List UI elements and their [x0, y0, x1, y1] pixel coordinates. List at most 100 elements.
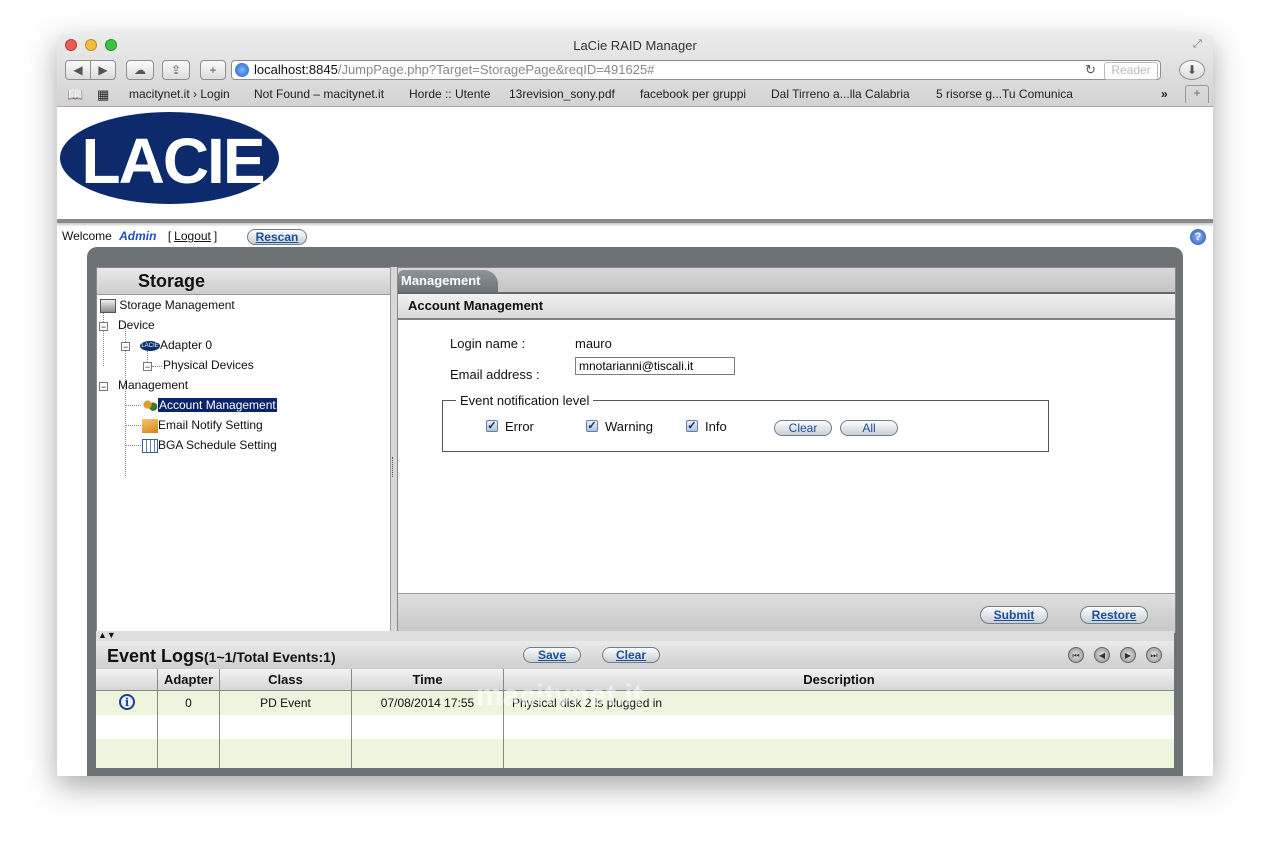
email-address-input[interactable] [575, 357, 735, 375]
event-log-table: Adapter Class Time Description i 0 PD Ev… [96, 669, 1174, 768]
error-label: Error [505, 419, 534, 434]
info-checkbox[interactable]: ✓ [686, 420, 698, 432]
event-logs-range: (1~1/Total Events:1) [204, 649, 336, 665]
tree-line [125, 425, 141, 426]
lacie-adapter-icon: LACIE [140, 340, 160, 351]
bookmark-item[interactable]: Horde :: Utente [409, 87, 490, 101]
section-header: Account Management [398, 294, 1175, 320]
share-button[interactable]: ⇪ [162, 60, 190, 80]
log-collapse-bar[interactable]: ▲▼ [96, 630, 1174, 641]
address-bar[interactable]: localhost:8845/JumpPage.php?Target=Stora… [231, 60, 1161, 80]
icloud-tabs-button[interactable]: ☁ [126, 60, 154, 80]
more-bookmarks-icon[interactable]: » [1161, 87, 1168, 101]
last-page-icon[interactable]: ⏭ [1146, 647, 1162, 663]
form-action-bar: Submit Restore [398, 593, 1175, 633]
tree-label: Physical Devices [163, 358, 254, 372]
tree-item-email-notify[interactable]: Email Notify Setting [142, 418, 263, 433]
login-name-label: Login name : [450, 336, 526, 351]
bookmark-item[interactable]: 13revision_sony.pdf [509, 87, 615, 101]
logout-bracket-close: ] [213, 229, 218, 243]
tree-item-device[interactable]: Device [118, 318, 155, 332]
tree-item-storage-management[interactable]: Storage Management [100, 298, 235, 313]
info-icon: i [119, 694, 135, 710]
reload-icon[interactable]: ↻ [1085, 61, 1096, 79]
new-tab-button[interactable]: + [200, 60, 226, 80]
share-icon: ⇪ [170, 63, 182, 77]
plus-icon: + [209, 63, 217, 77]
table-row-empty [96, 715, 1174, 739]
bookmark-item[interactable]: macitynet.it › Login [129, 87, 230, 101]
tree-line [152, 366, 162, 367]
storage-title: Storage [138, 271, 206, 291]
tree-item-physical-devices[interactable]: Physical Devices [163, 358, 254, 372]
tree-label: BGA Schedule Setting [158, 438, 277, 452]
restore-button[interactable]: Restore [1080, 606, 1148, 624]
calendar-icon [142, 438, 158, 453]
lacie-logo: LACIE [60, 112, 279, 204]
tree-label: Management [118, 378, 189, 392]
tree-label-selected: Account Management [158, 398, 277, 412]
help-icon[interactable]: ? [1190, 229, 1206, 245]
tree-item-account-management[interactable]: Account Management [142, 398, 277, 413]
collapse-icon[interactable]: − [121, 342, 130, 352]
downloads-button[interactable]: ⬇ [1179, 60, 1205, 80]
collapse-icon[interactable]: − [99, 322, 108, 332]
collapse-icon[interactable]: − [99, 382, 108, 392]
empty-cell [158, 715, 220, 739]
submit-button[interactable]: Submit [980, 606, 1048, 624]
warning-label: Warning [605, 419, 653, 434]
col-header-class[interactable]: Class [220, 669, 352, 691]
url-host: localhost:8845 [254, 62, 338, 77]
top-sites-icon[interactable]: ▦ [97, 87, 109, 103]
management-panel: Management Account Management Login name… [397, 267, 1176, 633]
table-row-empty [96, 739, 1174, 768]
next-page-icon[interactable]: ▶ [1120, 647, 1136, 663]
tree-label: Adapter 0 [160, 338, 213, 352]
email-address-label: Email address : [450, 367, 540, 382]
add-tab-icon[interactable]: + [1185, 85, 1209, 103]
col-header-adapter[interactable]: Adapter [158, 669, 220, 691]
storage-gear-icon [100, 298, 116, 313]
collapse-icon[interactable]: − [143, 362, 152, 372]
logout-link[interactable]: Logout [174, 229, 211, 243]
empty-cell [158, 739, 220, 768]
first-page-icon[interactable]: ⏮ [1068, 647, 1084, 663]
info-label: Info [705, 419, 727, 434]
bookmark-item[interactable]: 5 risorse g...Tu Comunica [936, 87, 1073, 101]
reader-button[interactable]: Reader [1104, 62, 1158, 80]
watermark: macitynet.it [476, 679, 643, 712]
logo-text: LACIE [81, 125, 266, 197]
tab-strip: Management [398, 268, 1175, 294]
expand-collapse-arrows-icon[interactable]: ▲▼ [98, 630, 116, 640]
rescan-button[interactable]: Rescan [247, 229, 307, 245]
tree-item-management[interactable]: Management [118, 378, 188, 392]
fullscreen-icon[interactable]: ⤢ [1193, 38, 1202, 51]
reading-list-icon[interactable]: 📖 [67, 87, 83, 103]
save-log-button[interactable]: Save [523, 647, 581, 663]
error-checkbox[interactable]: ✓ [486, 420, 498, 432]
window-title: LaCie RAID Manager [573, 38, 697, 53]
tree-label: Email Notify Setting [158, 418, 263, 432]
clear-levels-button[interactable]: Clear [774, 420, 832, 436]
tree-item-adapter[interactable]: LACIEAdapter 0 [140, 338, 212, 352]
previous-page-icon[interactable]: ◀ [1094, 647, 1110, 663]
forward-button[interactable]: ▶ [90, 60, 116, 80]
users-icon [142, 398, 158, 413]
bookmark-item[interactable]: Not Found – macitynet.it [254, 87, 384, 101]
back-arrow-icon: ◀ [73, 63, 83, 77]
warning-checkbox[interactable]: ✓ [586, 420, 598, 432]
tree-item-bga-schedule[interactable]: BGA Schedule Setting [142, 438, 277, 453]
all-levels-button[interactable]: All [840, 420, 898, 436]
cloud-icon: ☁ [134, 63, 146, 77]
back-button[interactable]: ◀ [65, 60, 91, 80]
logout-bracket-open: [ [167, 229, 172, 243]
clear-log-button[interactable]: Clear [602, 647, 660, 663]
bookmark-item[interactable]: Dal Tirreno a...lla Calabria [771, 87, 910, 101]
tree-label: Storage Management [119, 298, 235, 312]
tree-label: Device [118, 318, 155, 332]
tree-line [125, 405, 141, 406]
tree-line [103, 308, 104, 366]
bookmark-item[interactable]: facebook per gruppi [640, 87, 746, 101]
tab-management[interactable]: Management [398, 270, 498, 292]
bookmarks-bar: 📖 ▦ macitynet.it › Login Not Found – mac… [57, 84, 1213, 104]
